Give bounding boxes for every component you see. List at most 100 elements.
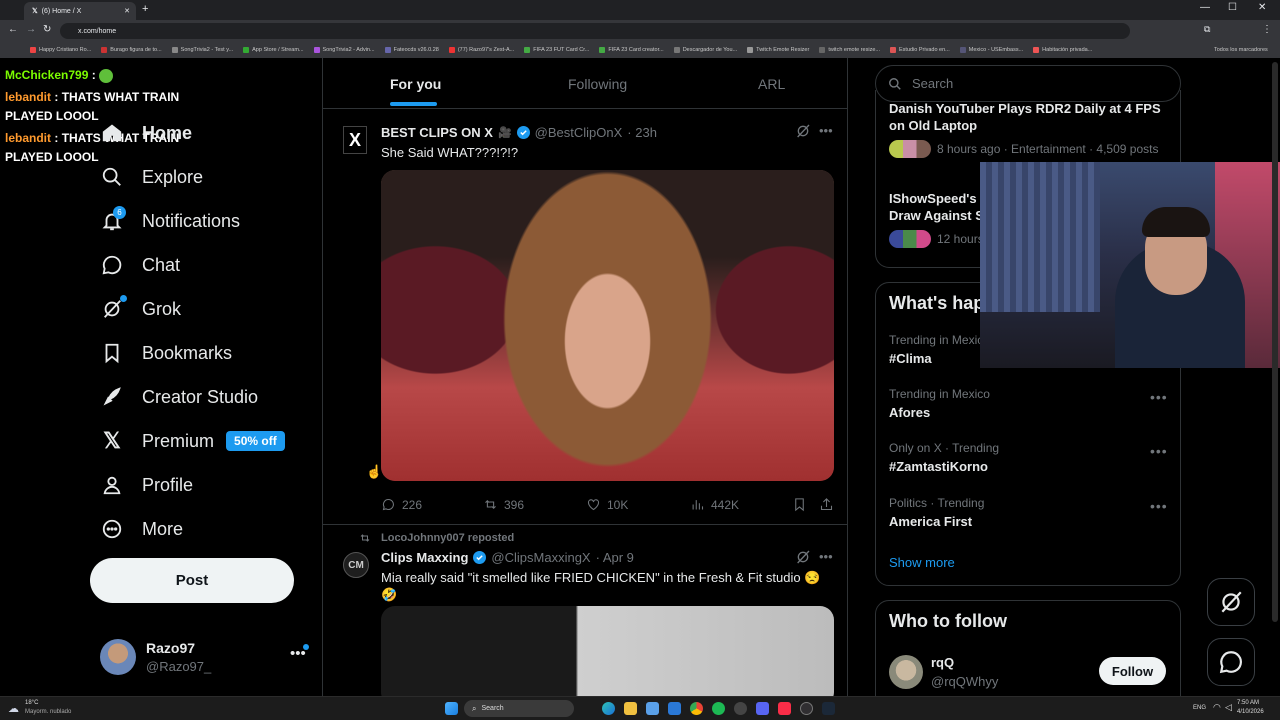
- like-button[interactable]: 10K: [586, 497, 628, 512]
- bookmark-item[interactable]: FIFA 23 Card creator...: [599, 47, 664, 53]
- edge-icon[interactable]: [602, 702, 615, 715]
- xbox-icon[interactable]: [734, 702, 747, 715]
- tweet-video[interactable]: [381, 170, 834, 481]
- address-bar[interactable]: x.com/home: [60, 23, 1130, 39]
- bookmark-item[interactable]: Mexico - USEmbass...: [959, 47, 1023, 53]
- nav-creator-studio[interactable]: Creator Studio: [100, 379, 258, 415]
- trend-item[interactable]: Politics · Trending America First: [889, 496, 984, 529]
- forward-icon[interactable]: →: [26, 24, 36, 35]
- back-icon[interactable]: ←: [8, 24, 18, 35]
- bookmark-icon[interactable]: [792, 497, 807, 517]
- music-icon[interactable]: [778, 702, 791, 715]
- tab-for-you[interactable]: For you: [390, 66, 441, 102]
- tweet[interactable]: X BEST CLIPS ON X 🎥 @BestClipOnX · 23h •…: [323, 109, 847, 523]
- scrollbar[interactable]: [1272, 62, 1278, 622]
- views-button[interactable]: 442K: [690, 497, 739, 512]
- grok-float-button[interactable]: [1207, 578, 1255, 626]
- news-meta: 8 hours ago · Entertainment · 4,509 post…: [937, 142, 1159, 156]
- window-close-icon[interactable]: ✕: [1258, 2, 1266, 13]
- obs-icon[interactable]: [800, 702, 813, 715]
- bookmark-item[interactable]: SongTrivia2 - Test y...: [171, 47, 233, 53]
- bookmark-item[interactable]: App Store / Stream...: [243, 47, 304, 53]
- tab-arl[interactable]: ARL: [758, 66, 785, 102]
- nav-home[interactable]: Home: [100, 115, 192, 151]
- tweet-time[interactable]: · 23h: [627, 125, 657, 140]
- bookmark-item[interactable]: FIFA 23 FUT Card Cr...: [524, 47, 589, 53]
- tweet-video[interactable]: [381, 606, 834, 696]
- chrome-icon[interactable]: [690, 702, 703, 715]
- bookmark-item[interactable]: SongTrivia2 - Advin...: [313, 47, 375, 53]
- browser-menu-icon[interactable]: ⋮: [1262, 24, 1272, 35]
- bookmark-item[interactable]: Estudio Privado en...: [890, 47, 950, 53]
- start-icon[interactable]: [445, 702, 458, 715]
- reposted-by[interactable]: LocoJohnny007 reposted: [381, 532, 514, 544]
- reply-button[interactable]: 226: [381, 497, 422, 512]
- news-item[interactable]: Danish YouTuber Plays RDR2 Daily at 4 FP…: [889, 100, 1179, 158]
- nav-bookmarks[interactable]: Bookmarks: [100, 335, 232, 371]
- suggested-user-name[interactable]: rqQ: [931, 655, 954, 670]
- extensions-icon[interactable]: ⧉: [1204, 24, 1210, 35]
- tab-following[interactable]: Following: [568, 66, 627, 102]
- volume-icon[interactable]: ◁: [1225, 702, 1232, 713]
- tweet-time[interactable]: · Apr 9: [596, 550, 634, 565]
- post-button[interactable]: Post: [90, 558, 294, 603]
- tweet-author[interactable]: Clips Maxxing: [381, 550, 468, 565]
- reload-icon[interactable]: ↻: [43, 24, 51, 35]
- news-item[interactable]: IShowSpeed's Draw Against S 12 hours: [889, 190, 989, 248]
- trend-more-icon[interactable]: •••: [1150, 498, 1168, 514]
- tab-close-icon[interactable]: ✕: [124, 7, 130, 15]
- bookmark-item[interactable]: Happy Cristiano Ro...: [30, 47, 91, 53]
- bookmark-item[interactable]: Descargador de You...: [673, 47, 737, 53]
- follow-button[interactable]: Follow: [1099, 657, 1166, 685]
- spotify-icon[interactable]: [712, 702, 725, 715]
- all-bookmarks-folder[interactable]: Todos los marcadores: [1214, 47, 1268, 53]
- tweet-handle[interactable]: @ClipsMaxxingX: [491, 550, 590, 565]
- nav-chat[interactable]: Chat: [100, 247, 180, 283]
- nav-explore[interactable]: Explore: [100, 159, 203, 195]
- grok-icon[interactable]: [795, 123, 811, 144]
- bookmark-label: twitch emote resize...: [828, 47, 880, 53]
- taskbar-search[interactable]: ⌕ Search: [464, 700, 574, 717]
- wifi-icon[interactable]: ◠: [1213, 702, 1221, 713]
- trend-item[interactable]: Only on X · Trending #ZamtastiKorno: [889, 441, 999, 474]
- trend-more-icon[interactable]: •••: [1150, 389, 1168, 405]
- tweet-more-icon[interactable]: •••: [819, 123, 833, 138]
- suggested-user-avatar[interactable]: [889, 655, 923, 689]
- discord-icon[interactable]: [756, 702, 769, 715]
- language-indicator[interactable]: ENG: [1193, 705, 1206, 711]
- chat-separator: :: [88, 68, 100, 82]
- messages-float-button[interactable]: [1207, 638, 1255, 686]
- maximize-icon[interactable]: ☐: [1228, 2, 1237, 13]
- mail-icon[interactable]: [668, 702, 681, 715]
- bookmark-item[interactable]: Twitch Emote Resizer: [747, 47, 809, 53]
- bookmark-item[interactable]: twitch emote resize...: [819, 47, 880, 53]
- share-icon[interactable]: [819, 497, 834, 517]
- store-icon[interactable]: [646, 702, 659, 715]
- steam-icon[interactable]: [822, 702, 835, 715]
- nav-premium[interactable]: 𝕏 Premium 50% off: [100, 423, 285, 459]
- tweet[interactable]: LocoJohnny007 reposted CM Clips Maxxing …: [323, 525, 847, 696]
- chat-message: McChicken799 :: [5, 66, 114, 85]
- grok-icon[interactable]: [795, 549, 811, 570]
- nav-grok[interactable]: Grok: [100, 291, 181, 327]
- nav-more[interactable]: More: [100, 511, 183, 547]
- tweet-more-icon[interactable]: •••: [819, 549, 833, 564]
- bookmark-item[interactable]: Fateocds v26.0.28: [384, 47, 439, 53]
- account-switcher[interactable]: Razo97 @Razo97_ •••: [100, 637, 312, 677]
- bookmark-item[interactable]: (77) Razo97's Zest-A...: [448, 47, 514, 53]
- repost-button[interactable]: 396: [483, 497, 524, 512]
- trend-more-icon[interactable]: •••: [1150, 443, 1168, 459]
- tweet-author[interactable]: BEST CLIPS ON X: [381, 125, 493, 140]
- nav-profile[interactable]: Profile: [100, 467, 193, 503]
- tweet-handle[interactable]: @BestClipOnX: [535, 125, 623, 140]
- trend-item[interactable]: Trending in Mexico Afores: [889, 387, 990, 420]
- minimize-icon[interactable]: —: [1200, 2, 1210, 13]
- bookmark-item[interactable]: Burago figura de to...: [101, 47, 162, 53]
- bookmark-item[interactable]: Habitación privada...: [1033, 47, 1092, 53]
- trend-item[interactable]: Trending in Mexico #Clima: [889, 333, 990, 366]
- verified-badge-icon: [516, 126, 530, 139]
- browser-tab-home[interactable]: 𝕏 (6) Home / X ✕: [24, 2, 136, 20]
- explorer-icon[interactable]: [624, 702, 637, 715]
- new-tab-icon[interactable]: +: [142, 3, 148, 15]
- show-more-link[interactable]: Show more: [889, 555, 955, 570]
